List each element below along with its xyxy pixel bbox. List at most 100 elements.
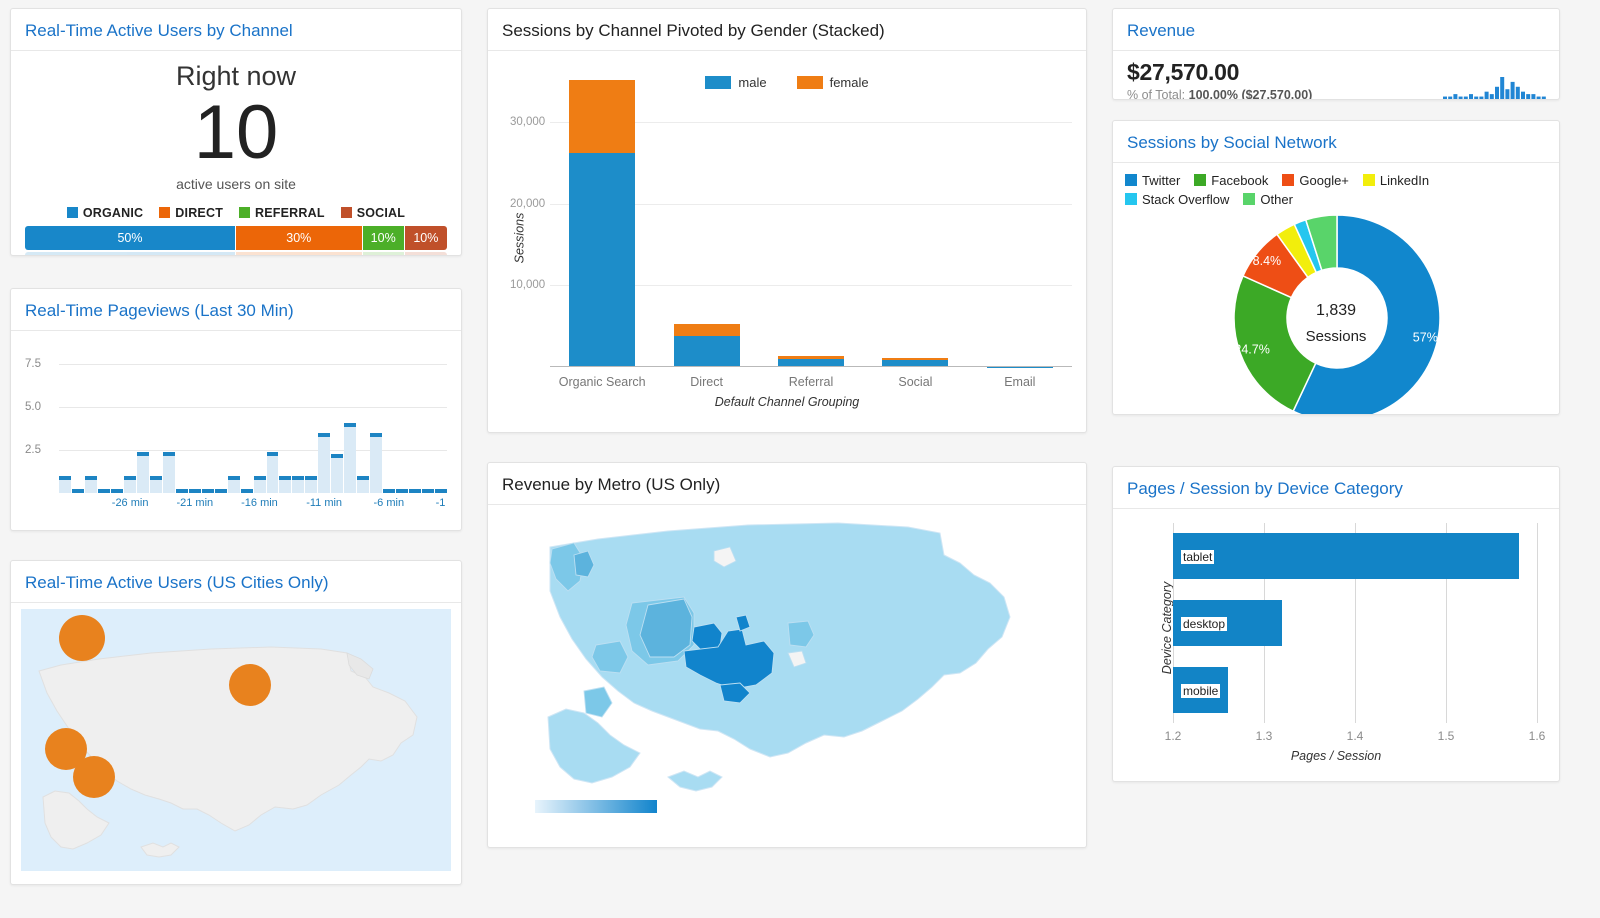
donut-chart[interactable]: 57%24.7%8.4% 1,839 Sessions	[1113, 209, 1559, 415]
pageview-bar[interactable]	[409, 339, 421, 493]
active-users-subtitle: active users on site	[11, 176, 461, 192]
legend-item-twitter: Twitter	[1125, 171, 1180, 190]
gender-legend: male female	[488, 75, 1086, 90]
card-realtime-active-users-by-channel[interactable]: Real-Time Active Users by Channel Right …	[10, 8, 462, 256]
bar-fill	[370, 437, 382, 493]
legend-item-facebook: Facebook	[1194, 171, 1268, 190]
pageview-bar[interactable]	[59, 339, 71, 493]
card-revenue-scorecard[interactable]: Revenue $27,570.00 % of Total: 100.00% (…	[1112, 8, 1560, 100]
bar-cap	[72, 489, 84, 493]
stacked-bar-social[interactable]	[882, 65, 948, 367]
bar-fill	[124, 480, 136, 493]
pageview-bar[interactable]	[163, 339, 175, 493]
legend-label: Stack Overflow	[1142, 192, 1229, 207]
bar-group	[759, 65, 863, 367]
pct-of-total-label: % of Total:	[1127, 88, 1185, 100]
segment-female[interactable]	[674, 324, 740, 336]
pageview-bar[interactable]	[72, 339, 84, 493]
channel-share-bar-reflection	[25, 252, 447, 256]
card-title: Pages / Session by Device Category	[1113, 467, 1559, 509]
legend-item-male: male	[705, 75, 766, 90]
channel-share-bar[interactable]: 50%30%10%10%	[25, 226, 447, 250]
pageview-bar[interactable]	[318, 339, 330, 493]
pageview-bar[interactable]	[305, 339, 317, 493]
legend-swatch-icon	[1282, 174, 1294, 186]
channel-segment-organic[interactable]: 50%	[25, 226, 236, 250]
segment-male[interactable]	[674, 336, 740, 367]
x-axis-tick: 1.2	[1165, 729, 1182, 743]
channel-segment-referral[interactable]: 10%	[363, 226, 405, 250]
donut-center-value: 1,839	[1113, 302, 1559, 320]
pageview-bar[interactable]	[215, 339, 227, 493]
x-axis-label: Pages / Session	[1113, 749, 1559, 763]
pageview-bar[interactable]	[137, 339, 149, 493]
pageview-bar[interactable]	[189, 339, 201, 493]
bar-fill	[163, 456, 175, 493]
stacked-bar-plot: malefemale 10,00020,00030,000SessionsOrg…	[488, 51, 1086, 411]
x-axis-tick: 1.4	[1347, 729, 1364, 743]
stacked-bar-referral[interactable]	[778, 65, 844, 367]
pageview-bar[interactable]	[254, 339, 266, 493]
card-body: malefemale 10,00020,00030,000SessionsOrg…	[488, 51, 1086, 411]
stacked-bar-organic-search[interactable]	[569, 65, 635, 367]
legend-label: ORGANIC	[83, 206, 143, 220]
pageview-bar[interactable]	[202, 339, 214, 493]
active-user-bubble-seattle[interactable]	[59, 615, 105, 661]
bar-cap	[98, 489, 110, 493]
segment-female[interactable]	[569, 80, 635, 153]
device-bar-label: desktop	[1181, 617, 1227, 631]
card-realtime-active-users-us-cities[interactable]: Real-Time Active Users (US Cities Only)	[10, 560, 462, 885]
sparkline-svg	[1443, 77, 1547, 99]
legend-label: male	[738, 75, 766, 90]
device-bar-label: tablet	[1181, 550, 1214, 564]
segment-reflection	[25, 252, 236, 256]
channel-segment-direct[interactable]: 30%	[236, 226, 363, 250]
metro-choropleth-map[interactable]	[488, 505, 1086, 835]
pageview-bar[interactable]	[331, 339, 343, 493]
pageview-bar[interactable]	[111, 339, 123, 493]
device-bar-plot: Device Category Pages / Session 1.21.31.…	[1113, 509, 1559, 767]
card-realtime-pageviews[interactable]: Real-Time Pageviews (Last 30 Min) 2.55.0…	[10, 288, 462, 531]
pageview-bar[interactable]	[292, 339, 304, 493]
active-users-count: 10	[11, 92, 461, 174]
pageview-bar[interactable]	[176, 339, 188, 493]
pageview-bar[interactable]	[422, 339, 434, 493]
pageview-bar[interactable]	[228, 339, 240, 493]
active-user-bubble-socal[interactable]	[73, 756, 115, 798]
card-revenue-by-metro[interactable]: Revenue by Metro (US Only)	[487, 462, 1087, 848]
card-sessions-by-channel-gender[interactable]: Sessions by Channel Pivoted by Gender (S…	[487, 8, 1087, 433]
pageview-bar[interactable]	[344, 339, 356, 493]
legend-label: Google+	[1299, 173, 1349, 188]
pageview-bar[interactable]	[150, 339, 162, 493]
pageview-bar[interactable]	[85, 339, 97, 493]
stacked-bar-email[interactable]	[987, 65, 1053, 367]
pageview-bar[interactable]	[267, 339, 279, 493]
card-pages-per-session-by-device[interactable]: Pages / Session by Device Category Devic…	[1112, 466, 1560, 782]
legend-item-direct: DIRECT	[159, 206, 223, 220]
card-sessions-by-social-network[interactable]: Sessions by Social Network TwitterFacebo…	[1112, 120, 1560, 415]
bar-fill	[292, 480, 304, 493]
pageview-bar[interactable]	[383, 339, 395, 493]
bar-fill	[85, 480, 97, 493]
y-axis-tick: 7.5	[25, 358, 41, 370]
y-axis-tick: 30,000	[510, 116, 545, 128]
legend-swatch-icon	[341, 207, 352, 218]
pageview-bar[interactable]	[370, 339, 382, 493]
channel-segment-social[interactable]: 10%	[405, 226, 447, 250]
pageview-bar[interactable]	[396, 339, 408, 493]
pageview-bar[interactable]	[98, 339, 110, 493]
pageview-bar[interactable]	[435, 339, 447, 493]
pageview-bar[interactable]	[357, 339, 369, 493]
stacked-bar-direct[interactable]	[674, 65, 740, 367]
pageview-bar[interactable]	[124, 339, 136, 493]
segment-male[interactable]	[569, 153, 635, 367]
legend-item-organic: ORGANIC	[67, 206, 143, 220]
bar-group	[863, 65, 967, 367]
pageview-bar[interactable]	[241, 339, 253, 493]
pageview-bar[interactable]	[279, 339, 291, 493]
us-cities-bubble-map[interactable]	[21, 609, 451, 871]
active-user-bubble-chicago[interactable]	[229, 664, 271, 706]
legend-label: female	[830, 75, 869, 90]
device-bar-tablet[interactable]	[1173, 533, 1519, 579]
legend-item-referral: REFERRAL	[239, 206, 325, 220]
